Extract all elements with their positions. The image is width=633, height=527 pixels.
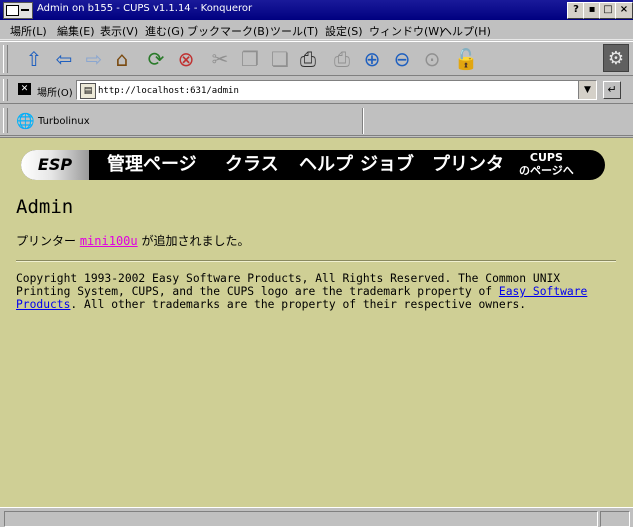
nav-classes-link[interactable]: クラス <box>225 154 279 176</box>
menu-settings[interactable]: 設定(S) <box>325 23 363 39</box>
menu-bookmarks[interactable]: ブックマーク(B) <box>187 23 269 39</box>
toolbar-grip[interactable] <box>3 45 8 73</box>
location-bar: ✕ 場所(O) ▤ ▼ ↵ <box>0 77 633 104</box>
message-prefix: プリンター <box>16 234 80 248</box>
cups-link-line2: のページへ <box>519 164 574 177</box>
status-secondary-field <box>600 511 630 527</box>
printer-link[interactable]: mini100u <box>80 234 138 248</box>
location-label: 場所(O) <box>37 88 73 99</box>
nav-help-link[interactable]: ヘルプ <box>299 154 353 176</box>
window-titlebar[interactable]: Admin on b155 - CUPS v1.1.14 - Konqueror… <box>0 0 633 20</box>
location-field[interactable]: ▤ ▼ <box>76 80 597 100</box>
cut-icon[interactable]: ✂ <box>206 45 234 73</box>
url-input[interactable] <box>98 83 568 98</box>
copy-icon[interactable]: ❐ <box>236 45 264 73</box>
main-toolbar: ⇧ ⇦ ⇨ ⌂ ⟳ ⊗ ✂ ❐ ❏ ⎙ ⎙ ⊕ ⊖ ⊙ 🔓 ⚙ <box>0 41 633 76</box>
copyright-tail: . All other trademarks are the property … <box>70 298 527 311</box>
nav-printers-link[interactable]: プリンタ <box>432 154 504 176</box>
copyright-notice: Copyright 1993-2002 Easy Software Produc… <box>16 272 616 311</box>
reload-icon[interactable]: ⟳ <box>142 45 170 73</box>
go-button[interactable]: ↵ <box>603 81 621 99</box>
bookmark-toolbar: 🌐 Turbolinux <box>0 105 633 136</box>
horizontal-rule <box>16 260 616 262</box>
security-lock-icon[interactable]: 🔓 <box>452 45 480 73</box>
konqueror-logo-icon: ⚙ <box>603 44 629 72</box>
clear-location-icon[interactable]: ✕ <box>18 83 31 95</box>
status-message: プリンター mini100u が追加されました。 <box>16 232 249 249</box>
nav-cups-home-link[interactable]: CUPS のページへ <box>519 151 574 177</box>
home-icon[interactable]: ⌂ <box>108 45 136 73</box>
menu-edit[interactable]: 編集(E) <box>57 23 95 39</box>
bookmark-grip[interactable] <box>3 108 8 133</box>
stop-icon[interactable]: ⊗ <box>172 45 200 73</box>
zoom-out-icon[interactable]: ⊖ <box>388 45 416 73</box>
back-icon[interactable]: ⇦ <box>50 45 78 73</box>
menu-location[interactable]: 場所(L) <box>10 23 47 39</box>
window-menu-icon[interactable] <box>3 2 33 19</box>
window-title: Admin on b155 - CUPS v1.1.14 - Konqueror <box>37 3 253 14</box>
print-frame-icon[interactable]: ⎙ <box>328 45 356 73</box>
menu-view[interactable]: 表示(V) <box>100 23 138 39</box>
bookmark-label: Turbolinux <box>38 115 90 127</box>
status-text-field <box>4 511 598 527</box>
bookmark-divider <box>362 108 364 134</box>
print-icon[interactable]: ⎙ <box>294 45 322 73</box>
bookmark-turbolinux[interactable]: 🌐 Turbolinux <box>16 110 90 132</box>
esp-logo[interactable]: ESP <box>21 150 89 180</box>
page-content: ESP 管理ページ クラス ヘルプ ジョブ プリンタ CUPS のページへ Ad… <box>0 137 633 507</box>
close-button[interactable]: × <box>615 2 633 19</box>
forward-icon[interactable]: ⇨ <box>80 45 108 73</box>
zoom-disabled-icon[interactable]: ⊙ <box>418 45 446 73</box>
menu-help[interactable]: ヘルプ(H) <box>441 23 491 39</box>
nav-jobs-link[interactable]: ジョブ <box>360 154 414 176</box>
cups-link-line1: CUPS <box>529 151 563 164</box>
status-bar <box>0 507 633 527</box>
menu-bar: 場所(L) 編集(E) 表示(V) 進む(G) ブックマーク(B) ツール(T)… <box>0 20 633 40</box>
up-icon[interactable]: ⇧ <box>20 45 48 73</box>
menu-window[interactable]: ウィンドウ(W) <box>369 23 443 39</box>
page-icon: ▤ <box>80 83 96 99</box>
location-grip[interactable] <box>3 79 8 101</box>
copyright-text: Copyright 1993-2002 Easy Software Produc… <box>16 272 561 298</box>
cups-nav-banner: ESP 管理ページ クラス ヘルプ ジョブ プリンタ CUPS のページへ <box>21 150 605 180</box>
zoom-in-icon[interactable]: ⊕ <box>358 45 386 73</box>
message-suffix: が追加されました。 <box>137 234 250 248</box>
nav-admin-link[interactable]: 管理ページ <box>107 154 197 176</box>
chevron-down-icon[interactable]: ▼ <box>578 81 596 99</box>
menu-go[interactable]: 進む(G) <box>145 23 184 39</box>
menu-tools[interactable]: ツール(T) <box>270 23 318 39</box>
paste-icon[interactable]: ❏ <box>266 45 294 73</box>
globe-icon: 🌐 <box>16 112 35 130</box>
page-title: Admin <box>16 196 74 218</box>
